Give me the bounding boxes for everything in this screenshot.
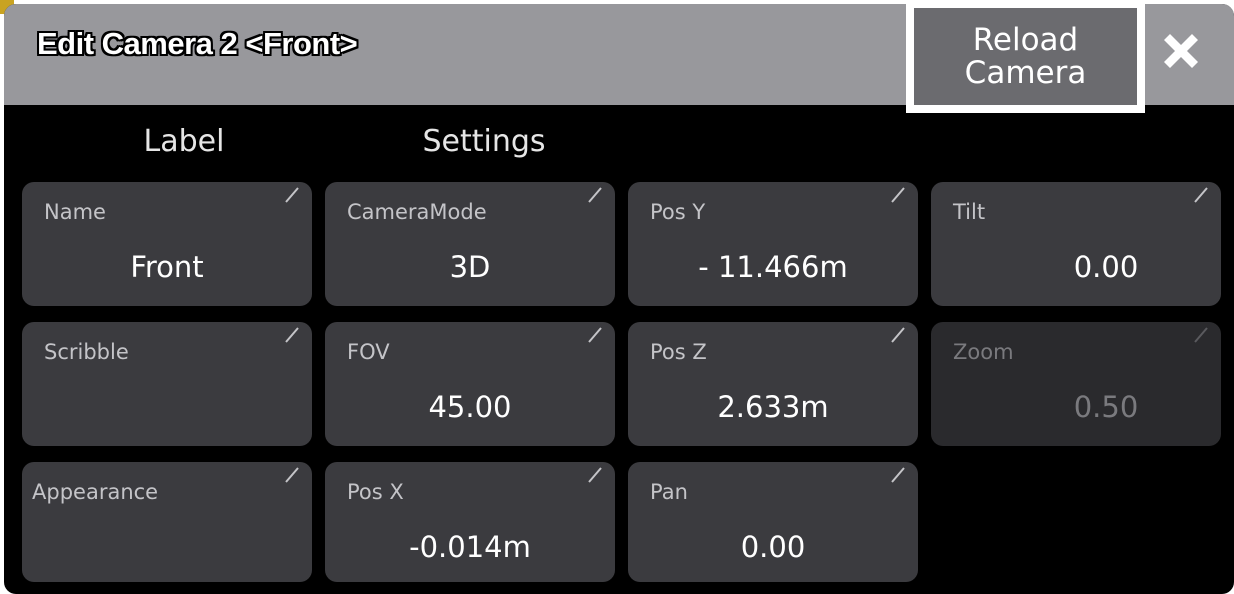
label-column-header: Label	[143, 124, 225, 159]
appearance-field[interactable]: Appearance	[22, 462, 312, 582]
edit-corner-icon	[588, 327, 602, 343]
edit-corner-icon	[588, 187, 602, 203]
cameramode-label: CameraMode	[347, 200, 487, 224]
edit-corner-icon	[285, 467, 299, 483]
posz-label: Pos Z	[650, 340, 707, 364]
posx-label: Pos X	[347, 480, 404, 504]
edit-corner-icon	[891, 187, 905, 203]
tilt-value: 0.00	[1073, 250, 1139, 284]
edit-corner-icon	[1194, 187, 1208, 203]
window-title: Edit Camera 2 <Front>	[37, 26, 358, 61]
name-label: Name	[44, 200, 106, 224]
cameramode-field[interactable]: CameraMode 3D	[325, 182, 615, 306]
close-icon[interactable]	[1158, 28, 1204, 74]
reload-camera-label-line2: Camera	[964, 54, 1087, 91]
posy-value: - 11.466m	[698, 250, 848, 284]
edit-corner-icon	[891, 467, 905, 483]
name-value: Front	[130, 250, 204, 284]
cameramode-value: 3D	[449, 250, 491, 284]
edit-corner-icon	[285, 327, 299, 343]
fov-label: FOV	[347, 340, 390, 364]
edit-corner-icon	[588, 467, 602, 483]
settings-column-header: Settings	[422, 124, 546, 159]
reload-camera-button[interactable]: Reload Camera	[906, 4, 1145, 113]
posz-field[interactable]: Pos Z 2.633m	[628, 322, 918, 446]
pan-label: Pan	[650, 480, 688, 504]
edit-corner-icon	[285, 187, 299, 203]
fov-value: 45.00	[428, 390, 512, 424]
pan-field[interactable]: Pan 0.00	[628, 462, 918, 582]
posy-field[interactable]: Pos Y - 11.466m	[628, 182, 918, 306]
tilt-field[interactable]: Tilt 0.00	[931, 182, 1221, 306]
tilt-label: Tilt	[953, 200, 986, 224]
edit-camera-window: Edit Camera 2 <Front> Reload Camera Labe…	[4, 4, 1234, 594]
pan-value: 0.00	[740, 530, 806, 564]
posx-field[interactable]: Pos X -0.014m	[325, 462, 615, 582]
scribble-field[interactable]: Scribble	[22, 322, 312, 446]
posx-value: -0.014m	[409, 530, 531, 564]
name-field[interactable]: Name Front	[22, 182, 312, 306]
edit-corner-icon	[891, 327, 905, 343]
zoom-label: Zoom	[953, 340, 1014, 364]
reload-camera-label-line1: Reload	[972, 21, 1079, 58]
fov-field[interactable]: FOV 45.00	[325, 322, 615, 446]
appearance-label: Appearance	[32, 480, 159, 504]
posz-value: 2.633m	[717, 390, 829, 424]
zoom-field: Zoom 0.50	[931, 322, 1221, 446]
edit-corner-icon	[1194, 327, 1208, 343]
zoom-value: 0.50	[1073, 390, 1139, 424]
scribble-label: Scribble	[44, 340, 129, 364]
posy-label: Pos Y	[650, 200, 706, 224]
